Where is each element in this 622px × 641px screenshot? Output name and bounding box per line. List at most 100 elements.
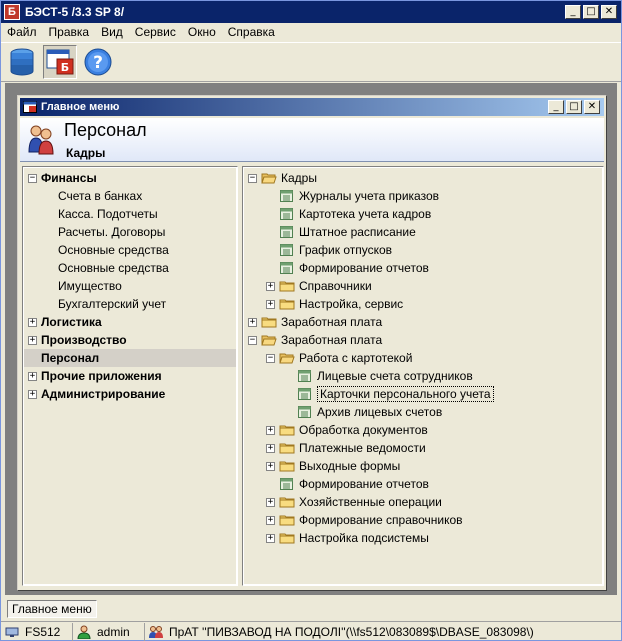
tree-item-label: Формирование отчетов xyxy=(299,477,429,491)
minimize-button[interactable]: _ xyxy=(565,5,581,19)
main-menu-button[interactable]: Б xyxy=(43,45,77,79)
main-menu-window: Главное меню _ □ ✕ Персонал Кадры − Фина… xyxy=(17,95,607,591)
menu-file[interactable]: Файл xyxy=(1,25,43,39)
module-item[interactable]: Основные средства xyxy=(24,259,236,277)
expand-icon[interactable]: + xyxy=(266,515,275,525)
folder-icon xyxy=(279,299,295,310)
module-item[interactable]: − Финансы xyxy=(24,169,236,187)
module-item[interactable]: + Прочие приложения xyxy=(24,367,236,385)
list-document-icon xyxy=(280,244,293,256)
expand-icon[interactable]: + xyxy=(266,281,275,291)
expand-icon[interactable]: + xyxy=(28,371,37,381)
expand-icon[interactable]: + xyxy=(28,389,37,399)
module-item[interactable]: Имущество xyxy=(24,277,236,295)
expand-icon[interactable]: + xyxy=(266,425,275,435)
expand-icon[interactable]: + xyxy=(266,443,275,453)
tree-item-label: Хозяйственные операции xyxy=(299,495,442,509)
module-item[interactable]: + Производство xyxy=(24,331,236,349)
list-document-icon xyxy=(280,208,293,220)
module-item[interactable]: Расчеты. Договоры xyxy=(24,223,236,241)
company-name: ПрАТ ''ПИВЗАВОД НА ПОДОЛІ''(\\fs512\0830… xyxy=(169,624,534,639)
tree-item-label: Архив лицевых счетов xyxy=(317,405,443,419)
menu-edit[interactable]: Правка xyxy=(43,25,96,39)
module-item[interactable]: + Администрирование xyxy=(24,385,236,403)
folder-icon xyxy=(279,443,295,454)
function-tree: − Кадры Журналы учета приказов Картотека уч… xyxy=(242,166,604,586)
status-company: ПрАТ ''ПИВЗАВОД НА ПОДОЛІ''(\\fs512\0830… xyxy=(145,623,538,641)
tree-item-label: Формирование справочников xyxy=(299,513,463,527)
child-window-title: Главное меню xyxy=(41,101,120,113)
expand-icon[interactable]: + xyxy=(28,335,37,345)
expand-icon[interactable]: + xyxy=(266,533,275,543)
tree-item-label: Основные средства xyxy=(58,243,169,257)
tree-item-label: Справочники xyxy=(299,279,372,293)
function-item[interactable]: Штатное расписание xyxy=(266,223,416,241)
module-item[interactable]: Касса. Подотчеты xyxy=(24,205,236,223)
status-user: admin xyxy=(73,622,145,641)
function-item[interactable]: Карточки персонального учета xyxy=(284,385,494,403)
close-button[interactable]: ✕ xyxy=(601,5,617,19)
function-item[interactable]: + Настройка подсистемы xyxy=(266,529,429,547)
menu-view[interactable]: Вид xyxy=(95,25,129,39)
module-item[interactable]: Основные средства xyxy=(24,241,236,259)
help-button[interactable]: ? xyxy=(81,45,115,79)
collapse-icon[interactable]: − xyxy=(28,173,37,183)
tree-item-label: Платежные ведомости xyxy=(299,441,426,455)
function-item[interactable]: + Настройка, сервис xyxy=(266,295,403,313)
tree-item-label: Формирование отчетов xyxy=(299,261,429,275)
menu-service[interactable]: Сервис xyxy=(129,25,182,39)
list-document-icon xyxy=(280,478,293,490)
child-close-button[interactable]: ✕ xyxy=(584,100,600,114)
list-document-icon xyxy=(280,226,293,238)
function-item[interactable]: − Работа с картотекой xyxy=(266,349,412,367)
function-item[interactable]: График отпусков xyxy=(266,241,392,259)
function-item[interactable]: + Выходные формы xyxy=(266,457,400,475)
module-item[interactable]: Бухгалтерский учет xyxy=(24,295,236,313)
function-item[interactable]: + Обработка документов xyxy=(266,421,428,439)
user-icon xyxy=(77,625,91,639)
title-bar[interactable]: Б БЭСТ-5 /3.3 SP 8/ _ □ ✕ xyxy=(1,1,621,23)
expand-icon[interactable]: + xyxy=(266,299,275,309)
function-item[interactable]: Лицевые счета сотрудников xyxy=(284,367,473,385)
collapse-icon[interactable]: − xyxy=(248,173,257,183)
tree-item-label: Финансы xyxy=(41,171,97,185)
function-item[interactable]: − Кадры xyxy=(248,169,317,187)
collapse-icon[interactable]: − xyxy=(266,353,275,363)
window-icon xyxy=(23,101,37,113)
menu-help[interactable]: Справка xyxy=(222,25,281,39)
child-minimize-button[interactable]: _ xyxy=(548,100,564,114)
child-title-bar[interactable]: Главное меню _ □ ✕ xyxy=(20,98,604,116)
tree-item-label: Администрирование xyxy=(41,387,166,401)
function-item[interactable]: + Платежные ведомости xyxy=(266,439,426,457)
function-item[interactable]: + Формирование справочников xyxy=(266,511,463,529)
maximize-button[interactable]: □ xyxy=(583,5,599,19)
function-item[interactable]: Формирование отчетов xyxy=(266,259,429,277)
expand-icon[interactable]: + xyxy=(266,461,275,471)
expand-icon[interactable]: + xyxy=(28,317,37,327)
function-item[interactable]: + Справочники xyxy=(266,277,372,295)
tree-item-label: Логистика xyxy=(41,315,102,329)
expand-icon[interactable]: + xyxy=(248,317,257,327)
function-item[interactable]: + Хозяйственные операции xyxy=(266,493,442,511)
database-button[interactable] xyxy=(5,45,39,79)
company-icon xyxy=(149,625,163,638)
child-maximize-button[interactable]: □ xyxy=(566,100,582,114)
folder-icon xyxy=(261,317,277,328)
main-window: Б БЭСТ-5 /3.3 SP 8/ _ □ ✕ Файл Правка Ви… xyxy=(0,0,622,641)
list-document-icon xyxy=(298,388,311,400)
function-item[interactable]: Картотека учета кадров xyxy=(266,205,431,223)
expand-icon[interactable]: + xyxy=(266,497,275,507)
module-item[interactable]: + Логистика xyxy=(24,313,236,331)
module-item[interactable]: Персонал xyxy=(24,349,236,367)
function-item[interactable]: Журналы учета приказов xyxy=(266,187,439,205)
collapse-icon[interactable]: − xyxy=(248,335,257,345)
module-item[interactable]: Счета в банках xyxy=(24,187,236,205)
tree-item-label: Обработка документов xyxy=(299,423,428,437)
main-menu-tab[interactable]: Главное меню xyxy=(7,600,97,618)
function-item[interactable]: Формирование отчетов xyxy=(266,475,429,493)
menu-window[interactable]: Окно xyxy=(182,25,222,39)
function-item[interactable]: + Заработная плата xyxy=(248,313,382,331)
function-item[interactable]: − Заработная плата xyxy=(248,331,382,349)
list-document-icon xyxy=(280,190,293,202)
function-item[interactable]: Архив лицевых счетов xyxy=(284,403,442,421)
